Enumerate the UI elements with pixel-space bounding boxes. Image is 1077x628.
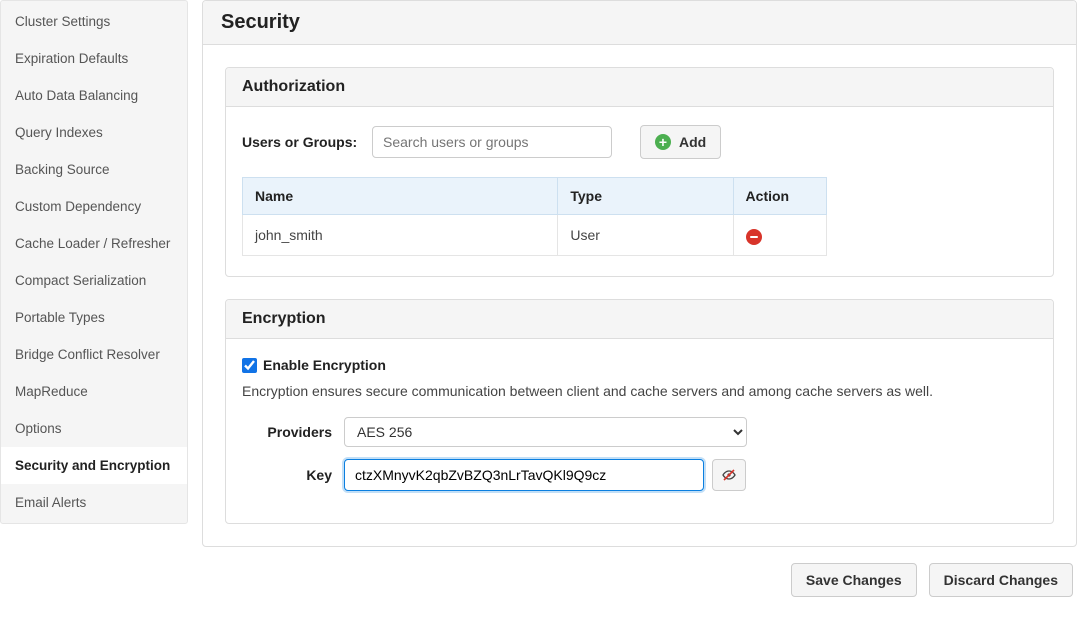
sidebar-item-security-and-encryption[interactable]: Security and Encryption: [1, 447, 187, 484]
sidebar-item-bridge-conflict-resolver[interactable]: Bridge Conflict Resolver: [1, 336, 187, 373]
page-card: Security Authorization Users or Groups: …: [202, 0, 1077, 547]
enable-encryption-checkbox[interactable]: [242, 358, 257, 373]
table-row: john_smith User: [243, 215, 827, 256]
sidebar-item-mapreduce[interactable]: MapReduce: [1, 373, 187, 410]
encryption-description: Encryption ensures secure communication …: [242, 383, 1037, 399]
cell-type: User: [558, 215, 733, 256]
col-action: Action: [733, 178, 826, 215]
providers-select[interactable]: AES 256: [344, 417, 747, 447]
encryption-panel: Encryption Enable Encryption Encryption …: [225, 299, 1054, 524]
sidebar-item-backing-source[interactable]: Backing Source: [1, 151, 187, 188]
add-button-label: Add: [679, 134, 706, 150]
page-title: Security: [203, 1, 1076, 45]
enable-encryption-label: Enable Encryption: [263, 357, 386, 373]
discard-changes-button[interactable]: Discard Changes: [929, 563, 1073, 597]
col-type: Type: [558, 178, 733, 215]
remove-icon[interactable]: [746, 229, 762, 245]
col-name: Name: [243, 178, 558, 215]
users-or-groups-label: Users or Groups:: [242, 134, 372, 150]
sidebar-item-cache-loader-refresher[interactable]: Cache Loader / Refresher: [1, 225, 187, 262]
sidebar-item-cluster-settings[interactable]: Cluster Settings: [1, 3, 187, 40]
footer: Save Changes Discard Changes: [202, 547, 1077, 603]
add-user-button[interactable]: + Add: [640, 125, 721, 159]
sidebar-item-email-alerts[interactable]: Email Alerts: [1, 484, 187, 521]
sidebar-item-expiration-defaults[interactable]: Expiration Defaults: [1, 40, 187, 77]
encryption-title: Encryption: [226, 300, 1053, 339]
sidebar-item-portable-types[interactable]: Portable Types: [1, 299, 187, 336]
plus-icon: +: [655, 134, 671, 150]
sidebar-item-query-indexes[interactable]: Query Indexes: [1, 114, 187, 151]
cell-name: john_smith: [243, 215, 558, 256]
toggle-key-visibility-button[interactable]: [712, 459, 746, 491]
sidebar: Cluster Settings Expiration Defaults Aut…: [0, 0, 188, 524]
sidebar-item-auto-data-balancing[interactable]: Auto Data Balancing: [1, 77, 187, 114]
save-changes-button[interactable]: Save Changes: [791, 563, 917, 597]
eye-slash-icon: [721, 467, 737, 483]
users-table: Name Type Action john_smith User: [242, 177, 827, 256]
sidebar-item-options[interactable]: Options: [1, 410, 187, 447]
encryption-key-input[interactable]: [344, 459, 704, 491]
sidebar-item-compact-serialization[interactable]: Compact Serialization: [1, 262, 187, 299]
search-users-input[interactable]: [372, 126, 612, 158]
providers-label: Providers: [242, 424, 332, 440]
sidebar-item-custom-dependency[interactable]: Custom Dependency: [1, 188, 187, 225]
key-label: Key: [242, 467, 332, 483]
authorization-title: Authorization: [226, 68, 1053, 107]
authorization-panel: Authorization Users or Groups: + Add: [225, 67, 1054, 277]
